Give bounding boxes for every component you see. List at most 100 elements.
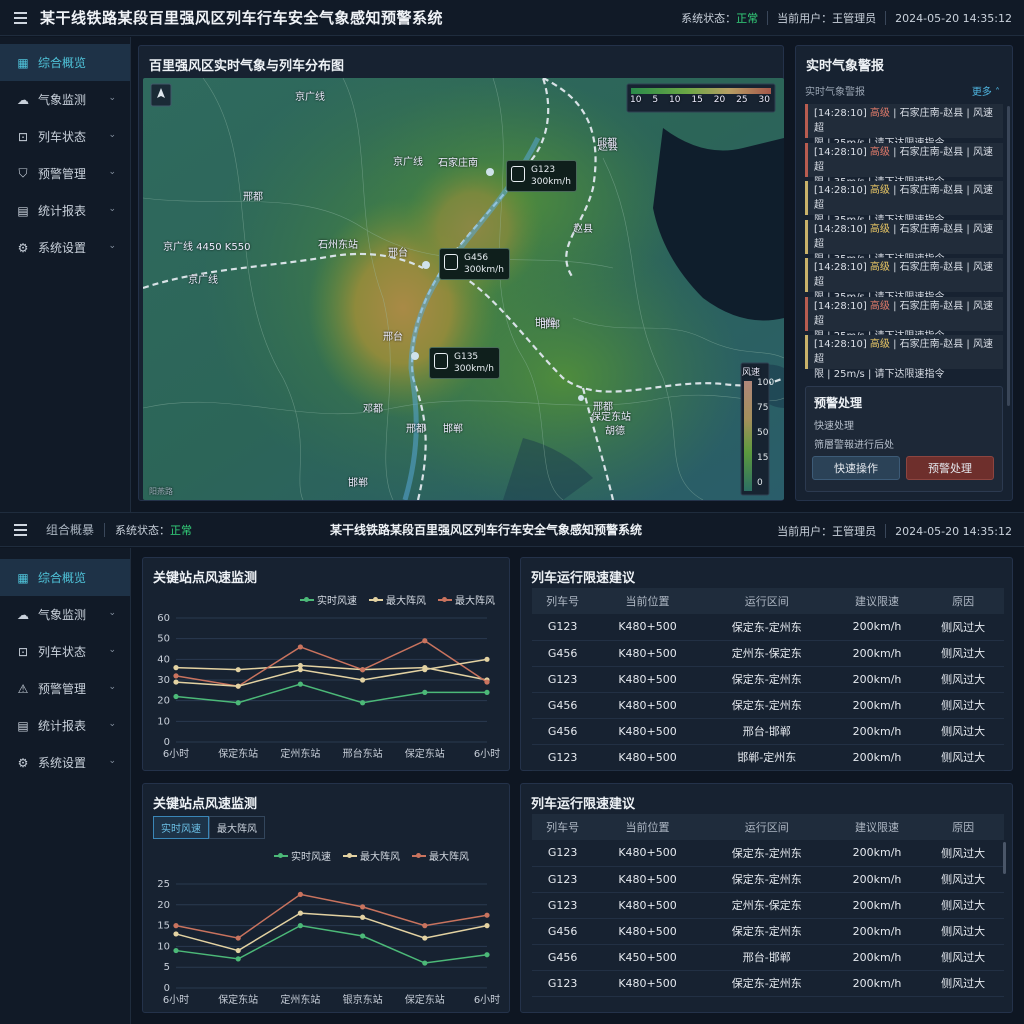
table-row[interactable]: G123 K480+500 定州东-保定东 200km/h 侧风过大 (532, 892, 1004, 919)
map-place-label: 京广线 4450 K550 (163, 242, 251, 253)
sidebar-item-1[interactable]: ☁ 气象监测 ⌄ (0, 596, 130, 633)
sidebar-item-0[interactable]: ▦ 综合概览 (0, 44, 130, 81)
table-row[interactable]: G123 K480+500 邯郸-定州东 200km/h 侧风过大 (532, 744, 1004, 771)
column-header[interactable]: 原因 (922, 588, 1004, 614)
sidebar-item-4[interactable]: ▤ 统计报表 ⌄ (0, 192, 130, 229)
train-marker-g123[interactable]: G123 300km/h (506, 160, 577, 192)
alert-item[interactable]: [14:28:10] 高级 | 石家庄南-赵县 | 风速超限 | 35m/s |… (805, 142, 1003, 188)
alert-item[interactable]: [14:28:10] 高级 | 石家庄南-赵县 | 风速超限 | 25m/s |… (805, 335, 1003, 380)
table-cell: 侧风过大 (922, 744, 1004, 771)
alert-item[interactable]: [14:28:10] 高级 | 石家庄南-赵县 | 风速超限 | 35m/s |… (805, 219, 1003, 265)
table-cell: G123 (532, 892, 594, 919)
alert-level: 高级 (869, 223, 890, 235)
table-row[interactable]: G456 K450+500 邢台-邯郸 200km/h 侧风过大 (532, 944, 1004, 971)
alert-item[interactable]: [14:28:10] 高级 | 石家庄南-赵县 | 风速超限 | 35m/s |… (805, 258, 1003, 303)
sidebar-item-4[interactable]: ▤ 统计报表 ⌄ (0, 707, 130, 744)
table-row[interactable]: G123 K480+500 保定东-定州东 200km/h 侧风过大 (532, 666, 1004, 693)
alert-level: 高级 (869, 339, 890, 350)
table-cell: K480+500 (593, 970, 702, 997)
sidebar-item-label: 统计报表 (38, 719, 87, 733)
quick-action-button[interactable]: 快速操作 (812, 456, 900, 480)
alert-level: 高级 (869, 185, 890, 196)
map-place-label: 邯郸 (348, 478, 368, 489)
alert-time: [14:28:10] (814, 300, 867, 312)
legend-tick: 15 (757, 453, 769, 463)
sidebar-item-1[interactable]: ☁ 气象监测 ⌄ (0, 81, 130, 118)
table-cell: 定州东-保定东 (701, 640, 832, 667)
column-header[interactable]: 建议限速 (831, 814, 923, 840)
table-row[interactable]: G456 K480+500 保定东-定州东 200km/h 侧风过大 (532, 918, 1004, 945)
data-point (173, 665, 179, 671)
speed-limit-panel: 列车运行限速建议 列车号 当前位置 运行区间 建议限速 原因 G123 K480+500 保定… (520, 557, 1013, 771)
table-cell: K480+500 (593, 744, 702, 771)
map-place-label: 京广线 (393, 157, 423, 168)
sidebar-item-2[interactable]: ⊡ 列车状态 ⌄ (0, 633, 130, 670)
table-row[interactable]: G123 K480+500 保定东-定州东 200km/h 侧风过大 (532, 970, 1004, 997)
column-header[interactable]: 当前位置 (593, 814, 702, 840)
sidebar-item-label: 列车状态 (38, 130, 87, 144)
sidebar-item-5[interactable]: ⚙ 系统设置 ⌄ (0, 744, 130, 781)
scale-tick: 5 (652, 95, 659, 105)
table-cell: 侧风过大 (922, 666, 1004, 693)
sidebar-item-2[interactable]: ⊡ 列车状态 ⌄ (0, 118, 130, 155)
legend-tick: 50 (757, 428, 769, 438)
table-scrollbar[interactable] (1003, 842, 1006, 874)
chevron-down-icon: ⌄ (108, 756, 116, 766)
sidebar-item-5[interactable]: ⚙ 系统设置 ⌄ (0, 229, 130, 266)
column-header[interactable]: 原因 (922, 814, 1004, 840)
data-point (173, 673, 179, 679)
alert-item[interactable]: [14:28:10] 高级 | 石家庄南-赵县 | 风速超限 | 25m/s |… (805, 104, 1003, 149)
alerts-scrollbar[interactable] (1007, 106, 1010, 406)
legend-tick: 100 (757, 378, 775, 388)
table-cell: 侧风过大 (922, 970, 1004, 997)
data-point (235, 700, 241, 706)
table-row[interactable]: G456 K480+500 邢台-邯郸 200km/h 侧风过大 (532, 718, 1004, 745)
column-header[interactable]: 运行区间 (701, 814, 832, 840)
table-cell: G123 (532, 614, 594, 641)
menu-icon[interactable] (0, 0, 40, 36)
data-point (484, 912, 490, 918)
table-cell: 200km/h (831, 918, 923, 945)
train-marker-g456[interactable]: G456 300km/h (439, 248, 510, 280)
table-cell: 保定东-定州东 (701, 692, 832, 719)
data-point (422, 960, 428, 966)
sidebar-item-0[interactable]: ▦ 综合概览 (0, 559, 130, 596)
table-row[interactable]: G123 K480+500 保定东-定州东 200km/h 侧风过大 (532, 614, 1004, 641)
map-place-label: 邢都 (593, 402, 613, 413)
table-cell: K480+500 (593, 692, 702, 719)
table-row[interactable]: G456 K480+500 保定东-定州东 200km/h 侧风过大 (532, 692, 1004, 719)
sidebar-item-3[interactable]: ⚠ 预警管理 ⌄ (0, 670, 130, 707)
wind-chart-panel-2: 关键站点风速监测 实时风速 最大阵风 实时风速 最大阵风 最大阵风 0 5 10 15 20… (142, 783, 510, 1013)
alerts-more-link[interactable]: 更多 ˄ (972, 83, 1000, 98)
column-header[interactable]: 当前位置 (593, 588, 702, 614)
column-header[interactable]: 建议限速 (831, 588, 923, 614)
sidebar-item-3[interactable]: ⛉ 预警管理 ⌄ (0, 155, 130, 192)
column-header[interactable]: 运行区间 (701, 588, 832, 614)
train-speed: 300km/h (454, 364, 494, 374)
table-row[interactable]: G123 K480+500 保定东-定州东 200km/h 侧风过大 (532, 866, 1004, 893)
column-header[interactable]: 列车号 (532, 588, 594, 614)
column-header[interactable]: 列车号 (532, 814, 594, 840)
shield-icon: ⛉ (18, 166, 28, 180)
alert-item[interactable]: [14:28:10] 高级 | 石家庄南-赵县 | 风速超限 | 35m/s |… (805, 181, 1003, 226)
wind-chart-2: 0 5 10 15 20 25 6小时 保定东站 定州东站 银京东站 保定东站 6小时 (157, 879, 500, 1006)
table-cell: 200km/h (831, 970, 923, 997)
data-point (484, 689, 490, 695)
chevron-down-icon: ⌄ (108, 167, 116, 177)
alert-item[interactable]: [14:28:10] 高级 | 石家庄南-赵县 | 风速超限 | 25m/s |… (805, 296, 1003, 342)
train-icon (444, 254, 458, 270)
map-place-label: 赵县 (573, 224, 593, 235)
alert-handle-button[interactable]: 预警处理 (906, 456, 994, 480)
table-row[interactable]: G456 K480+500 定州东-保定东 200km/h 侧风过大 (532, 640, 1004, 667)
speed-limit-title: 列车运行限速建议 (531, 571, 636, 586)
table-row[interactable]: G123 K480+500 保定东-定州东 200km/h 侧风过大 (532, 840, 1004, 867)
table-cell: K480+500 (593, 614, 702, 641)
train-marker-g135[interactable]: G135 300km/h (429, 347, 500, 379)
weather-map[interactable]: 京广线 京广线 石家庄南 赵县 赵县 石州东站 邢台 邢台 邯郸 保定东站 邱都 邯郸 邯郸 京广线 44… (143, 78, 784, 500)
menu-icon-2[interactable] (0, 512, 40, 548)
current-user: 当前用户：王管理员 (777, 12, 877, 25)
table-cell: 侧风过大 (922, 614, 1004, 641)
table-cell: 200km/h (831, 944, 923, 971)
chevron-down-icon: ⌄ (108, 608, 116, 618)
table-cell: G123 (532, 866, 594, 893)
